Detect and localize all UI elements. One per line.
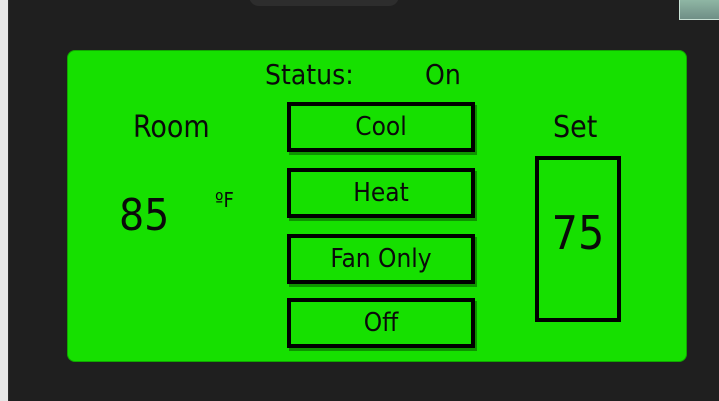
window-tab-icon <box>679 0 719 20</box>
temperature-unit: ºF <box>215 188 234 212</box>
room-label: Room <box>133 110 210 145</box>
off-mode-button[interactable]: Off <box>287 298 475 348</box>
setpoint-display[interactable]: 75 <box>535 156 621 322</box>
cool-mode-button[interactable]: Cool <box>287 102 475 152</box>
status-value: On <box>425 58 461 91</box>
fan-only-mode-button[interactable]: Fan Only <box>287 234 475 284</box>
heat-mode-label: Heat <box>353 178 409 208</box>
bezel-top-decoration <box>249 0 399 6</box>
thermostat-screen: Status: On Room 85 ºF Cool Heat Fan Only… <box>67 50 687 362</box>
status-label: Status: <box>265 58 354 91</box>
heat-mode-button[interactable]: Heat <box>287 168 475 218</box>
cool-mode-label: Cool <box>355 112 407 142</box>
fan-only-mode-label: Fan Only <box>330 244 432 274</box>
setpoint-label: Set <box>553 110 598 145</box>
setpoint-value: 75 <box>551 206 605 260</box>
thermostat-bezel: Status: On Room 85 ºF Cool Heat Fan Only… <box>8 0 719 401</box>
off-mode-label: Off <box>363 308 399 338</box>
room-temperature: 85 <box>119 190 170 241</box>
